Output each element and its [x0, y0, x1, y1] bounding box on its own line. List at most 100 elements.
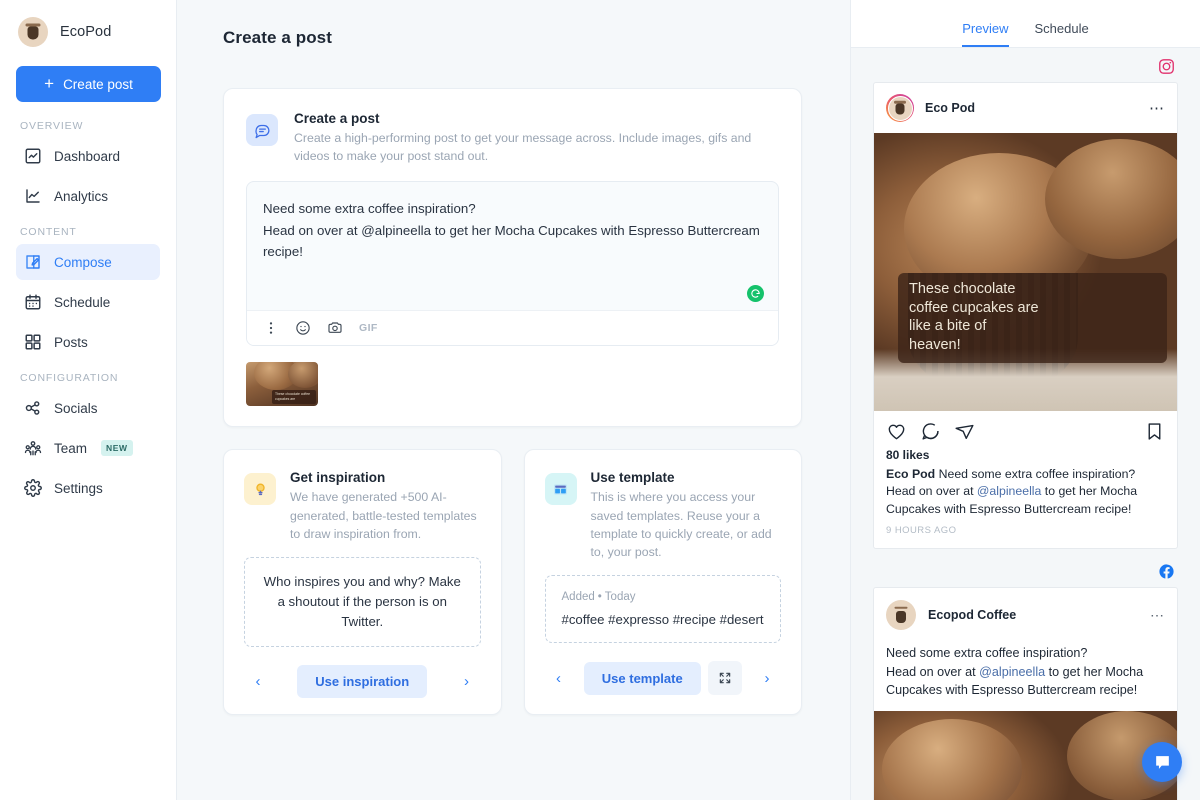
facebook-post-text: Need some extra coffee inspiration? Head… — [874, 638, 1177, 711]
message-square-icon — [246, 114, 278, 146]
instagram-image-caption: These chocolate coffee cupcakes are like… — [898, 273, 1167, 363]
gif-button[interactable]: GIF — [359, 322, 378, 334]
instagram-timestamp: 9 HOURS AGO — [886, 525, 957, 537]
template-tags: #coffee #expresso #recipe #desert — [561, 612, 764, 628]
template-meta-value: Today — [604, 591, 636, 604]
heart-icon[interactable] — [886, 421, 907, 442]
facebook-post-image[interactable] — [874, 711, 1177, 800]
template-cta-group: Use template — [583, 661, 742, 696]
compose-card-title: Create a post — [294, 111, 380, 126]
instagram-caption-author: Eco Pod — [886, 467, 936, 481]
instagram-caption-mention[interactable]: @alpineella — [977, 484, 1041, 498]
collapse-arrows-button[interactable] — [707, 661, 742, 696]
instagram-caption: Eco Pod Need some extra coffee inspirati… — [874, 462, 1177, 518]
post-editor-text: Need some extra coffee inspiration? Head… — [263, 201, 760, 260]
main-content: Create a post Create a post Create a hig… — [177, 0, 850, 800]
facebook-text-mention[interactable]: @alpineella — [979, 665, 1045, 679]
comment-icon[interactable] — [920, 421, 941, 442]
team-icon — [24, 441, 42, 456]
sidebar: EcoPod + Create post OVERVIEW Dashboard … — [0, 0, 177, 800]
lightbulb-icon — [244, 473, 276, 506]
more-horizontal-icon[interactable]: ⋯ — [1149, 101, 1165, 116]
post-composer: Need some extra coffee inspiration? Head… — [246, 181, 779, 347]
facebook-post-header: Ecopod Coffee ⋯ — [874, 588, 1177, 638]
instagram-icon — [1159, 59, 1174, 74]
nav-section-configuration-label: CONFIGURATION — [20, 372, 119, 384]
inspiration-prev-button[interactable]: ‹ — [248, 672, 268, 692]
sidebar-item-analytics[interactable]: Analytics — [16, 178, 160, 214]
coffee-pod-avatar — [18, 17, 48, 47]
inspiration-card-description: We have generated +500 AI-generated, bat… — [290, 490, 477, 541]
more-horizontal-icon[interactable]: ⋯ — [1150, 608, 1165, 622]
instagram-post-image[interactable]: These chocolate coffee cupcakes are like… — [874, 133, 1177, 411]
compose-card: Create a post Create a high-performing p… — [223, 88, 802, 428]
gear-icon — [24, 479, 42, 497]
nav-section-content-label: CONTENT — [20, 226, 77, 238]
template-card-footer: ‹ Use template › — [545, 661, 782, 696]
grammarly-icon[interactable] — [747, 285, 764, 303]
app-root: EcoPod + Create post OVERVIEW Dashboard … — [0, 0, 1200, 800]
camera-icon[interactable] — [327, 320, 343, 336]
sidebar-item-label: Socials — [54, 400, 98, 416]
sidebar-item-posts[interactable]: Posts — [16, 324, 160, 360]
template-next-button[interactable]: › — [757, 668, 777, 688]
sidebar-item-schedule[interactable]: Schedule — [16, 284, 160, 320]
status-badge: NEW — [101, 440, 133, 456]
sidebar-item-socials[interactable]: Socials — [16, 390, 160, 426]
instagram-network-row — [873, 58, 1178, 75]
chat-fab-button[interactable] — [1142, 742, 1182, 782]
sidebar-item-team[interactable]: Team NEW — [16, 430, 160, 466]
sidebar-item-label: Dashboard — [54, 148, 121, 164]
sidebar-item-settings[interactable]: Settings — [16, 470, 160, 506]
sidebar-item-label: Schedule — [54, 294, 111, 310]
create-post-label: Create post — [63, 76, 133, 92]
inspiration-cta-group: Use inspiration — [297, 665, 428, 699]
instagram-likes-count: 80 likes — [886, 448, 930, 462]
page-title: Create a post — [223, 28, 333, 47]
calendar-icon — [25, 294, 41, 310]
instagram-account-name: Eco Pod — [925, 101, 976, 115]
composer-toolbar: GIF — [247, 310, 778, 346]
tab-preview[interactable]: Preview — [962, 21, 1009, 47]
post-editor[interactable]: Need some extra coffee inspiration? Head… — [247, 182, 778, 310]
send-icon[interactable] — [954, 421, 975, 442]
tab-schedule[interactable]: Schedule — [1035, 21, 1089, 47]
dashboard-icon — [25, 148, 41, 164]
instagram-post-header: Eco Pod ⋯ — [874, 83, 1177, 133]
avatar — [886, 94, 914, 122]
template-card-title: Use template — [590, 470, 675, 486]
sidebar-item-label: Team — [54, 440, 88, 456]
template-meta: Added • Today — [562, 591, 765, 603]
emoji-icon[interactable] — [295, 320, 311, 336]
brand[interactable]: EcoPod — [16, 0, 160, 64]
sidebar-item-dashboard[interactable]: Dashboard — [16, 138, 160, 174]
sidebar-item-label: Settings — [54, 480, 103, 496]
inspiration-next-button[interactable]: › — [456, 672, 476, 692]
more-vertical-icon[interactable] — [263, 320, 279, 336]
preview-panel: Preview Schedule Eco Pod ⋯ These chocola… — [850, 0, 1200, 800]
preview-scroll-area: Eco Pod ⋯ These chocolate coffee cupcake… — [851, 48, 1200, 800]
chat-bubble-icon — [1155, 755, 1169, 769]
nav-section-overview-label: OVERVIEW — [20, 120, 84, 132]
bookmark-icon[interactable] — [1144, 421, 1165, 442]
template-sample-box[interactable]: Added • Today #coffee #expresso #recipe #d… — [544, 575, 781, 644]
use-template-button[interactable]: Use template — [583, 661, 701, 695]
template-meta-separator: • — [597, 591, 602, 604]
create-post-button[interactable]: + Create post — [16, 66, 161, 102]
collapse-arrows-icon — [719, 672, 730, 684]
plus-icon: + — [44, 74, 55, 93]
attachment-overlay-text: These chocolate coffee cupcakes are — [272, 390, 316, 405]
sidebar-item-label: Compose — [54, 254, 112, 270]
brand-name: EcoPod — [60, 24, 112, 40]
attachment-thumbnail[interactable]: These chocolate coffee cupcakes are — [246, 362, 318, 407]
avatar — [886, 600, 916, 631]
template-card-header: Use template This is where you access yo… — [544, 470, 782, 561]
facebook-account-name: Ecopod Coffee — [928, 608, 1017, 623]
inspiration-sample-box[interactable]: Who inspires you and why? Make a shoutou… — [244, 556, 481, 648]
use-inspiration-button[interactable]: Use inspiration — [297, 665, 428, 699]
sidebar-item-compose[interactable]: Compose — [16, 244, 160, 280]
facebook-network-row — [873, 563, 1178, 580]
template-card-description: This is where you access your saved temp… — [590, 490, 772, 559]
socials-icon — [25, 401, 40, 415]
template-prev-button[interactable]: ‹ — [549, 668, 569, 688]
